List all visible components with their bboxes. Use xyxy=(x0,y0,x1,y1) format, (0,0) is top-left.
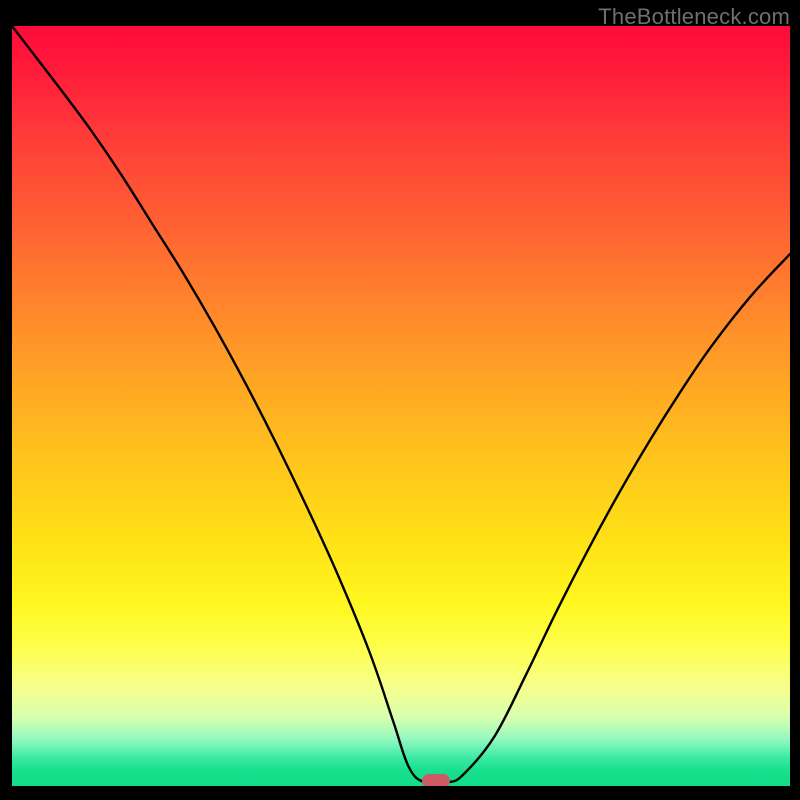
chart-frame: TheBottleneck.com xyxy=(0,0,800,800)
plot-area xyxy=(12,26,790,786)
bottleneck-curve xyxy=(12,26,790,786)
watermark-text: TheBottleneck.com xyxy=(598,4,790,30)
optimal-marker xyxy=(422,774,450,786)
